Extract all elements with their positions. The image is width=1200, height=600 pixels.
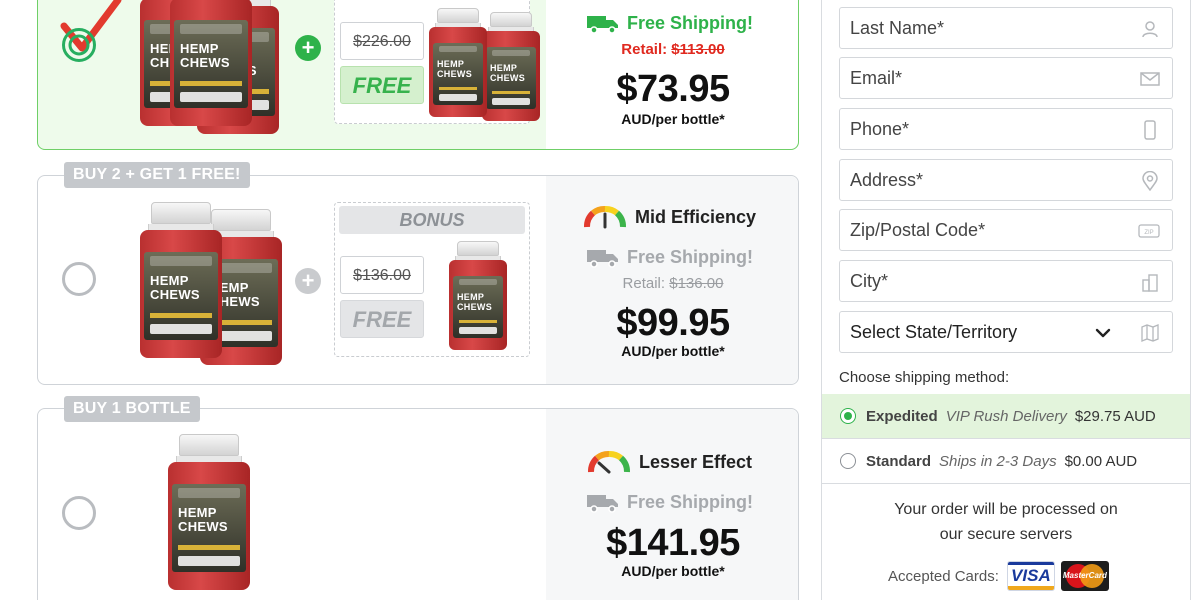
last-name-field[interactable]: Last Name* xyxy=(839,7,1173,49)
order-form: Last Name* Email* Phone* Address* Zip/Po… xyxy=(821,0,1191,600)
offer-radio[interactable] xyxy=(62,496,96,530)
field-placeholder: Zip/Postal Code* xyxy=(850,220,986,240)
envelope-icon xyxy=(1140,72,1160,86)
bonus-header: BONUS xyxy=(339,206,525,234)
city-icon xyxy=(1142,274,1158,292)
plus-icon: + xyxy=(295,35,321,61)
offer-label: BUY 2 + GET 1 FREE! xyxy=(64,162,250,188)
secure-line-1: Your order will be processed on xyxy=(894,501,1118,518)
offer-radio[interactable] xyxy=(62,262,96,296)
shipping-text: Free Shipping! xyxy=(627,247,753,267)
bonus-bottle: HEMP CHEWS xyxy=(449,241,507,350)
chevron-down-icon xyxy=(1095,328,1111,338)
secure-line-2: our secure servers xyxy=(939,526,1073,543)
product-bottle: HEMPCHEWS xyxy=(170,0,252,126)
shipping-option-desc: Ships in 2-3 Days xyxy=(939,452,1057,470)
efficiency-label: Mid Efficiency xyxy=(635,206,757,227)
retail-price: $113.00 xyxy=(671,41,725,58)
gauge-icon xyxy=(588,451,630,474)
offer-price: $73.95 xyxy=(616,68,730,110)
efficiency-rating: Mid Efficiency xyxy=(583,205,756,229)
divider xyxy=(822,483,1190,484)
accepted-cards: Accepted Cards: VISA MasterCard xyxy=(888,561,1109,591)
bonus-bottle: HEMP CHEWS xyxy=(429,8,487,117)
offer-price: $141.95 xyxy=(606,522,740,564)
gauge-icon xyxy=(584,206,626,229)
secure-server-note: Your order will be processed on our secu… xyxy=(822,497,1190,547)
free-tag: FREE xyxy=(340,66,424,104)
shipping-option-standard[interactable]: Standard Ships in 2-3 Days $0.00 AUD xyxy=(822,439,1190,483)
mastercard-icon: MasterCard xyxy=(1060,561,1109,591)
free-shipping: Free Shipping! xyxy=(587,492,753,513)
retail-price-line: Retail: $113.00 xyxy=(547,41,799,58)
field-placeholder: Email* xyxy=(850,68,903,88)
retail-price-line: Retail: $136.00 xyxy=(547,275,799,292)
free-shipping: Free Shipping! xyxy=(587,13,753,34)
retail-label: Retail: xyxy=(621,41,668,58)
efficiency-label: Lesser Effect xyxy=(639,451,753,472)
field-placeholder: Phone* xyxy=(850,119,910,139)
address-field[interactable]: Address* xyxy=(839,159,1173,201)
field-placeholder: Last Name* xyxy=(850,18,945,38)
phone-icon xyxy=(1144,120,1156,140)
truck-icon xyxy=(587,15,618,34)
per-bottle-label: AUD/per bottle* xyxy=(621,111,725,127)
offer-radio-selected[interactable] xyxy=(62,28,96,62)
state-select[interactable]: Select State/Territory xyxy=(839,311,1173,353)
shipping-option-price: $29.75 AUD xyxy=(1074,407,1156,425)
product-bottle: HEMPCHEWS xyxy=(168,434,250,590)
per-bottle-label: AUD/per bottle* xyxy=(621,343,725,359)
zip-field[interactable]: Zip/Postal Code* ZIP xyxy=(839,209,1173,251)
product-bottle: HEMPCHEWS xyxy=(140,202,222,358)
city-field[interactable]: City* xyxy=(839,260,1173,302)
location-pin-icon xyxy=(1142,171,1158,191)
field-placeholder: Address* xyxy=(850,170,924,190)
checkout-page: HEMPCHEWS HEMPCHEWS HEMPCHEWS + $226.00 … xyxy=(0,0,1200,600)
offer-price: $99.95 xyxy=(616,302,730,344)
shipping-option-expedited[interactable]: Expedited VIP Rush Delivery $29.75 AUD xyxy=(822,394,1190,438)
retail-label: Retail: xyxy=(622,275,666,292)
phone-field[interactable]: Phone* xyxy=(839,108,1173,150)
free-tag: FREE xyxy=(340,300,424,338)
shipping-option-desc: VIP Rush Delivery xyxy=(945,407,1067,425)
field-placeholder: City* xyxy=(850,271,889,291)
per-bottle-label: AUD/per bottle* xyxy=(621,563,725,579)
email-field[interactable]: Email* xyxy=(839,57,1173,99)
truck-icon xyxy=(587,494,618,513)
shipping-radio-selected[interactable] xyxy=(840,408,856,424)
offer-label: BUY 1 BOTTLE xyxy=(64,396,200,422)
state-select-value: Select State/Territory xyxy=(850,322,1018,342)
svg-text:ZIP: ZIP xyxy=(1144,230,1153,236)
shipping-method-title: Choose shipping method: xyxy=(839,369,1010,386)
shipping-text: Free Shipping! xyxy=(627,492,753,512)
shipping-option-name: Standard xyxy=(866,452,932,470)
efficiency-rating: Lesser Effect xyxy=(587,450,752,474)
map-icon xyxy=(1141,324,1159,342)
user-icon xyxy=(1142,21,1158,38)
retail-price: $136.00 xyxy=(669,275,724,292)
free-shipping: Free Shipping! xyxy=(587,247,753,268)
shipping-text: Free Shipping! xyxy=(627,13,753,33)
plus-icon: + xyxy=(295,268,321,294)
truck-icon xyxy=(587,249,618,268)
shipping-option-name: Expedited xyxy=(866,407,938,425)
bonus-old-price: $136.00 xyxy=(340,256,424,294)
shipping-radio[interactable] xyxy=(840,453,856,469)
shipping-option-price: $0.00 AUD xyxy=(1064,452,1138,470)
mastercard-text: MasterCard xyxy=(1062,571,1107,580)
accepted-cards-label: Accepted Cards: xyxy=(888,567,999,585)
zip-icon: ZIP xyxy=(1138,224,1160,238)
visa-icon: VISA xyxy=(1006,561,1055,591)
bonus-old-price: $226.00 xyxy=(340,22,424,60)
bonus-bottle: HEMP CHEWS xyxy=(482,12,540,121)
